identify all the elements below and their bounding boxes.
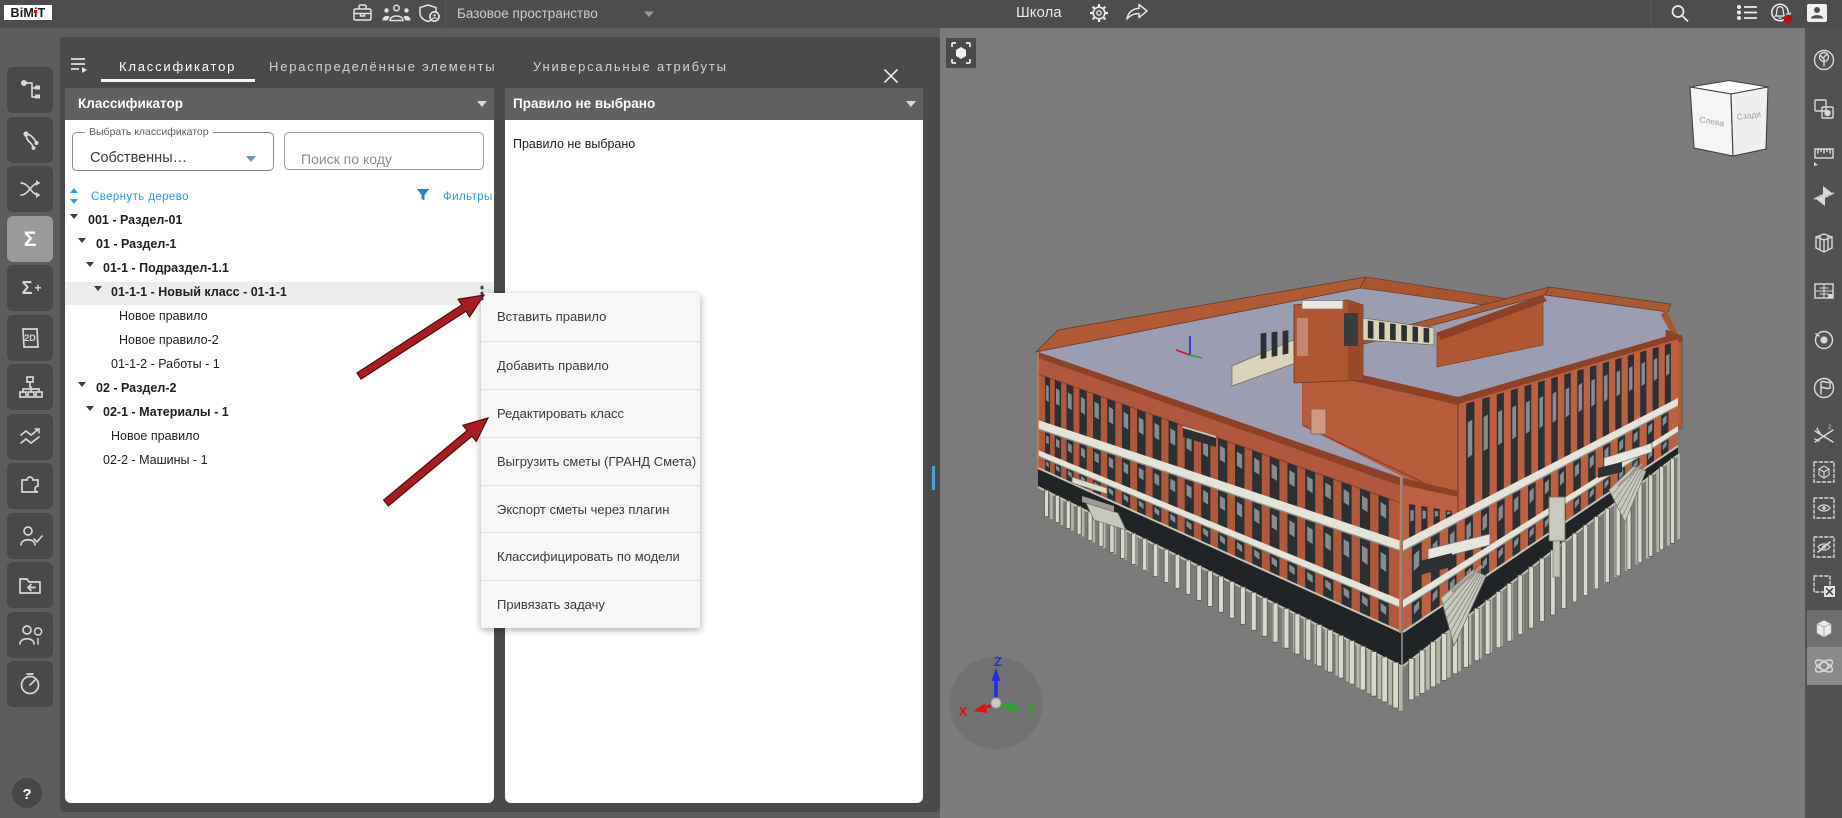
svg-text:Σ: Σ (24, 228, 37, 251)
svg-text:2D: 2D (24, 333, 36, 343)
svg-text:+: + (34, 281, 41, 295)
svg-text:?: ? (22, 786, 31, 803)
svg-text:Σ: Σ (22, 278, 33, 298)
